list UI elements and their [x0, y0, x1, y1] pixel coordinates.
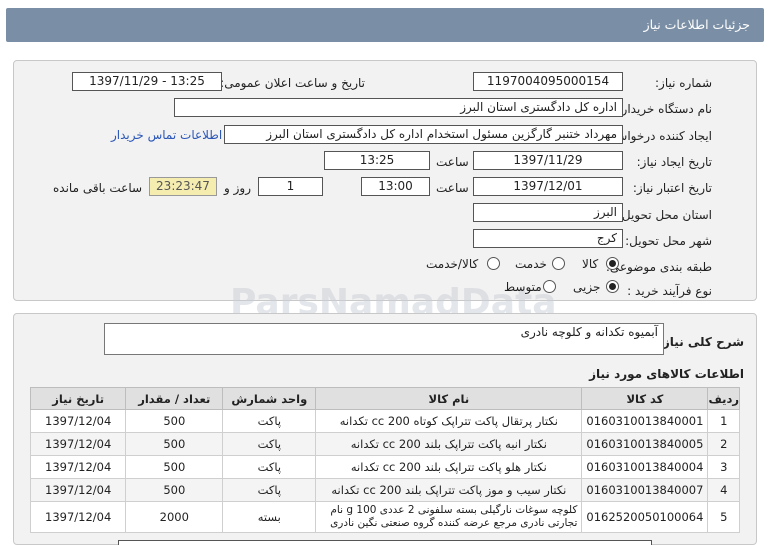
purchase-minor-label: جزیی — [573, 280, 601, 294]
cell-item-name: نکتار سیب و موز پاکت تتراپک بلند 200 cc … — [315, 478, 583, 502]
province-label: استان محل تحویل: — [617, 208, 712, 222]
category-service-label: خدمت — [515, 257, 547, 271]
deadline-date-field: 1397/12/01 — [473, 177, 623, 196]
col-unit: واحد شمارش — [222, 387, 317, 410]
col-row-number: ردیف — [707, 387, 740, 410]
table-row: 1 0160310013840001 نکتار پرتقال پاکت تتر… — [29, 409, 740, 433]
table-row: 4 0160310013840007 نکتار سیب و موز پاکت … — [29, 478, 740, 502]
title-bar: جزئیات اطلاعات نیاز — [0, 0, 770, 44]
items-table: ردیف کد کالا نام کالا واحد شمارش تعداد /… — [29, 387, 740, 533]
cell-item-name: نکتار انبه پاکت تتراپک بلند 200 cc تکدان… — [315, 432, 583, 456]
cell-row-number: 5 — [707, 501, 740, 533]
deadline-label: تاریخ اعتبار نیاز: — [632, 181, 712, 195]
city-label: شهر محل تحویل: — [625, 234, 712, 248]
cell-need-date: 1397/12/04 — [29, 409, 127, 433]
remaining-label: ساعت باقی مانده — [53, 181, 143, 195]
title-bar-strip: جزئیات اطلاعات نیاز — [6, 8, 764, 42]
province-field: البرز — [473, 203, 623, 222]
cell-unit: پاکت — [222, 409, 317, 433]
cell-unit: بسته — [222, 501, 317, 533]
cell-quantity: 500 — [125, 455, 224, 479]
need-number-label: شماره نیاز: — [655, 76, 712, 90]
cell-row-number: 4 — [707, 478, 740, 502]
deadline-time-label: ساعت — [436, 181, 469, 195]
category-service-radio[interactable] — [552, 257, 565, 270]
cell-item-code: 0162520050100064 — [581, 501, 709, 533]
created-date-label: تاریخ ایجاد نیاز: — [636, 155, 712, 169]
table-row: 5 0162520050100064 کلوچه سوغات نارگیلی ب… — [29, 501, 740, 533]
buyer-field: اداره کل دادگستری استان البرز — [174, 98, 623, 117]
category-label: طبقه بندی موضوعی: — [605, 260, 712, 274]
col-item-name: نام کالا — [315, 387, 583, 410]
cell-item-code: 0160310013840001 — [581, 409, 709, 433]
created-date-field: 1397/11/29 — [473, 151, 623, 170]
cell-item-code: 0160310013840007 — [581, 478, 709, 502]
cell-item-code: 0160310013840005 — [581, 432, 709, 456]
cell-quantity: 500 — [125, 432, 224, 456]
purchase-medium-radio[interactable] — [543, 280, 556, 293]
col-need-date: تاریخ نیاز — [29, 387, 127, 410]
cell-unit: پاکت — [222, 432, 317, 456]
cell-quantity: 2000 — [125, 501, 224, 533]
buyer-contact-link[interactable]: اطلاعات تماس خریدار — [111, 128, 222, 142]
cell-unit: پاکت — [222, 478, 317, 502]
announce-date-label: تاریخ و ساعت اعلان عمومی: — [220, 76, 365, 90]
cell-row-number: 1 — [707, 409, 740, 433]
created-time-label: ساعت — [436, 155, 469, 169]
description-label: شرح کلی نیاز: — [658, 335, 744, 349]
remaining-days-field: 1 — [258, 177, 323, 196]
city-field: کرج — [473, 229, 623, 248]
cell-item-name: نکتار پرتقال پاکت تتراپک کوتاه 200 cc تک… — [315, 409, 583, 433]
page-title: جزئیات اطلاعات نیاز — [643, 17, 750, 32]
cell-item-name: نکتار هلو پاکت تتراپک بلند 200 cc تکدانه — [315, 455, 583, 479]
cell-row-number: 3 — [707, 455, 740, 479]
category-goods-radio[interactable] — [606, 257, 619, 270]
purchase-medium-label: متوسط — [504, 280, 542, 294]
purchase-type-label: نوع فرآیند خرید : — [627, 284, 712, 298]
col-quantity: تعداد / مقدار — [125, 387, 224, 410]
table-row: 3 0160310013840004 نکتار هلو پاکت تتراپک… — [29, 455, 740, 479]
need-number-field: 1197004095000154 — [473, 72, 623, 91]
cell-quantity: 500 — [125, 409, 224, 433]
category-goods-service-label: کالا/خدمت — [426, 257, 479, 271]
days-label: روز و — [224, 181, 251, 195]
purchase-minor-radio[interactable] — [606, 280, 619, 293]
description-field: آبمیوه تکدانه و کلوچه نادری — [104, 323, 664, 355]
cell-quantity: 500 — [125, 478, 224, 502]
cell-need-date: 1397/12/04 — [29, 455, 127, 479]
col-item-code: کد کالا — [581, 387, 709, 410]
cell-need-date: 1397/12/04 — [29, 432, 127, 456]
cell-unit: پاکت — [222, 455, 317, 479]
buyer-label: نام دستگاه خریدار: — [617, 102, 713, 116]
created-time-field: 13:25 — [324, 151, 430, 170]
cell-need-date: 1397/12/04 — [29, 501, 127, 533]
creator-field: مهرداد ختنبر گارگزین مسئول استخدام اداره… — [224, 125, 623, 144]
cell-row-number: 2 — [707, 432, 740, 456]
cell-need-date: 1397/12/04 — [29, 478, 127, 502]
remaining-time-field: 23:23:47 — [149, 177, 217, 196]
items-header-row: ردیف کد کالا نام کالا واحد شمارش تعداد /… — [29, 387, 740, 410]
cell-item-name: کلوچه سوغات نارگیلی بسته سلفونی 2 عددی 1… — [315, 501, 583, 533]
category-goods-service-radio[interactable] — [487, 257, 500, 270]
next-section-box — [118, 540, 652, 545]
announce-date-field: 1397/11/29 - 13:25 — [72, 72, 222, 91]
deadline-time-field: 13:00 — [361, 177, 430, 196]
category-goods-label: کالا — [582, 257, 599, 271]
items-section-title: اطلاعات کالاهای مورد نیاز — [589, 367, 744, 381]
cell-item-code: 0160310013840004 — [581, 455, 709, 479]
table-row: 2 0160310013840005 نکتار انبه پاکت تتراپ… — [29, 432, 740, 456]
